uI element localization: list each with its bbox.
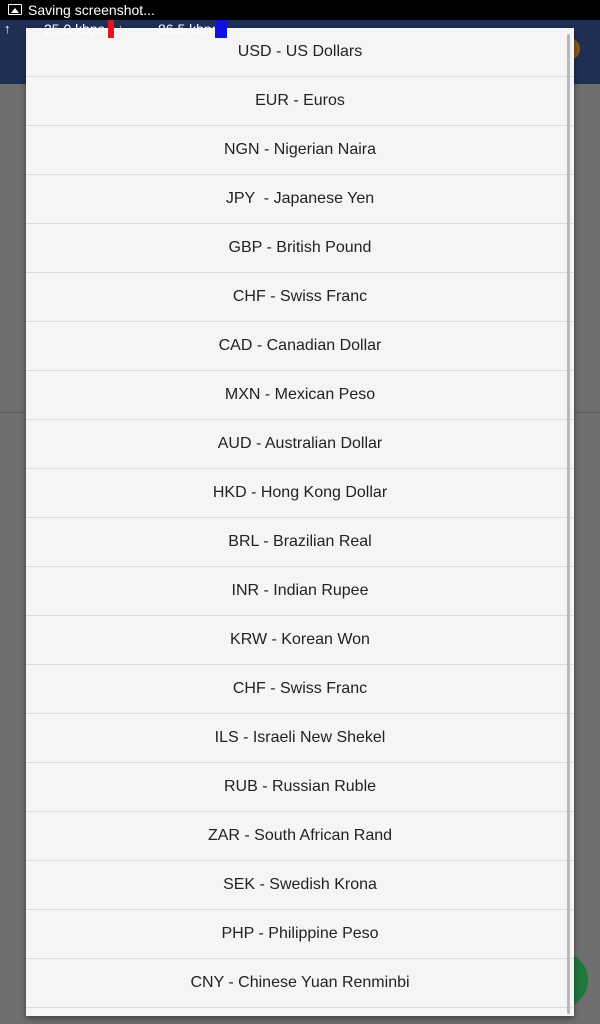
upload-arrow-icon: ↑ xyxy=(4,21,11,36)
currency-option[interactable]: CHF - Swiss Franc xyxy=(26,665,574,714)
currency-option[interactable]: INR - Indian Rupee xyxy=(26,567,574,616)
currency-option[interactable]: JPY - Japanese Yen xyxy=(26,175,574,224)
currency-option[interactable]: CNY - Chinese Yuan Renminbi xyxy=(26,959,574,1008)
image-icon xyxy=(8,4,22,15)
upload-indicator-bar xyxy=(108,20,114,38)
currency-option[interactable]: EUR - Euros xyxy=(26,77,574,126)
currency-option[interactable]: CHF - Swiss Franc xyxy=(26,273,574,322)
scrollbar[interactable] xyxy=(567,34,570,1014)
currency-option[interactable]: ZAR - South African Rand xyxy=(26,812,574,861)
currency-option[interactable]: ILS - Israeli New Shekel xyxy=(26,714,574,763)
currency-option[interactable]: KRW - Korean Won xyxy=(26,616,574,665)
currency-option[interactable]: SEK - Swedish Krona xyxy=(26,861,574,910)
currency-option[interactable]: AUD - Australian Dollar xyxy=(26,420,574,469)
currency-option[interactable]: CAD - Canadian Dollar xyxy=(26,322,574,371)
download-indicator-bar xyxy=(215,20,227,38)
upload-speed: 25.0 kbps xyxy=(44,21,105,37)
currency-option[interactable]: MXN - Mexican Peso xyxy=(26,371,574,420)
currency-option[interactable]: BRL - Brazilian Real xyxy=(26,518,574,567)
currency-option[interactable]: GBP - British Pound xyxy=(26,224,574,273)
status-bar: Saving screenshot... xyxy=(0,0,600,20)
currency-option[interactable]: PHP - Philippine Peso xyxy=(26,910,574,959)
download-arrow-icon: ↓ xyxy=(117,21,124,36)
currency-option[interactable]: HKD - Hong Kong Dollar xyxy=(26,469,574,518)
currency-dropdown[interactable]: USD - US Dollars EUR - Euros NGN - Nigeria… xyxy=(26,28,574,1016)
notification-text: Saving screenshot... xyxy=(28,2,155,18)
network-speed-overlay: ↑ 25.0 kbps ↓ 86.5 kbps xyxy=(0,20,230,38)
download-speed: 86.5 kbps xyxy=(158,21,219,37)
currency-option[interactable]: NGN - Nigerian Naira xyxy=(26,126,574,175)
currency-option[interactable]: RUB - Russian Ruble xyxy=(26,763,574,812)
currency-list: USD - US Dollars EUR - Euros NGN - Nigeria… xyxy=(26,28,574,1008)
